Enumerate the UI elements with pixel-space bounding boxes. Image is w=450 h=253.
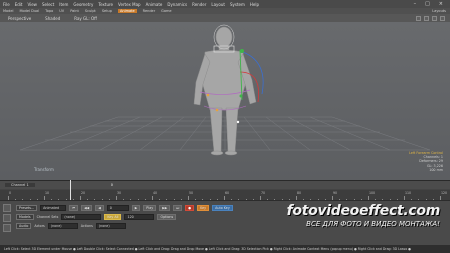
close-icon[interactable]: × [439,1,443,7]
menu-layout[interactable]: Layout [211,2,225,7]
timeline-tick-label: 50 [189,191,194,195]
tab-animate[interactable]: Animate [118,9,137,13]
next-frame-button[interactable]: ▶ [131,205,141,211]
viewport-header: Perspective Shaded Ray GL: Off [0,14,450,22]
timeline-header: Channel 1 0 [0,181,450,189]
info-line: 100 mm [429,167,443,172]
viewport-nav-icons [416,15,445,21]
tab-setup[interactable]: Setup [102,9,112,13]
ground-grid [19,116,431,151]
shading-dropdown[interactable]: Shaded [45,16,60,21]
viewport-scene [19,24,431,156]
window-controls: – □ × [414,1,448,7]
timeline-tick-label: 60 [225,191,230,195]
menu-item[interactable]: Item [59,2,68,7]
prev-frame-button[interactable]: ◀ [95,205,104,211]
tab-game[interactable]: Game [161,9,171,13]
layouts-menu[interactable]: Layouts [432,9,446,13]
key-all-button[interactable]: Key All [104,214,122,220]
left-icon-column [3,204,13,234]
watermark-title: fotovideoeffect.com [286,203,441,219]
animated-dropdown[interactable]: Animated [40,205,67,211]
tab-render[interactable]: Render [143,9,155,13]
timeline-tick-label: 40 [153,191,158,195]
timeline-tick-label: 10 [45,191,50,195]
menu-view[interactable]: View [27,2,37,7]
go-to-end-button[interactable]: ⏭ [173,205,183,211]
status-bar: Left Click: Select 3D Element under Mous… [0,245,450,253]
channel-sets-dropdown[interactable]: (none) [61,214,102,220]
controls-row-2: Models Channel Sets (none) Key All 120 O… [16,214,177,220]
tab-sculpt[interactable]: Sculpt [85,9,96,13]
actors-label: Actors [34,224,45,228]
3d-viewport[interactable]: Transform Left Forearm Control Channels:… [0,22,450,180]
timeline-tick-label: 0 [9,191,12,195]
presets-icon[interactable] [3,204,11,212]
timeline-tick-label: 80 [297,191,302,195]
end-frame-field[interactable]: 120 [124,214,155,220]
play-button[interactable]: Play [143,205,157,211]
channel-sets-label: Channel Sets [36,215,59,219]
timeline-tick-label: 110 [405,191,412,195]
channel-dropdown[interactable]: Channel 1 [5,183,35,187]
maximize-view-icon[interactable] [440,15,445,21]
status-text: Left Click: Select 3D Element under Mous… [4,247,411,251]
go-to-start-button[interactable]: ⏮ [69,205,79,211]
tab-model-dual[interactable]: Model Dual [20,9,40,13]
menu-texture[interactable]: Texture [98,2,113,7]
actions-label: Actions [80,224,93,228]
item-label: Transform [34,167,54,172]
menu-system[interactable]: System [230,2,245,7]
options-button[interactable]: Options [157,214,177,220]
tab-paint[interactable]: Paint [70,9,79,13]
move-view-icon[interactable] [416,15,421,21]
current-frame-label: 0 [110,183,113,187]
watermark-subtitle: ВСЕ ДЛЯ ФОТО И ВИДЕО МОНТАЖА! [306,220,440,228]
menu-help[interactable]: Help [250,2,259,7]
timeline-panel: Channel 1 0 0 10 20 30 40 50 60 70 80 90 100 110 120 [0,180,450,201]
menu-select[interactable]: Select [42,2,54,7]
minimize-icon[interactable]: – [414,1,417,7]
view-type-dropdown[interactable]: Perspective [8,16,31,21]
auto-key-button[interactable]: Auto Key [212,205,233,211]
tab-topo[interactable]: Topo [45,9,53,13]
timeline-tick-label: 100 [369,191,376,195]
timeline-tick-label: 90 [333,191,338,195]
actions-dropdown[interactable]: (none) [95,223,126,229]
controls-row-3: Audio Actors (none) Actions (none) [16,223,126,229]
audio-button[interactable]: Audio [16,223,32,229]
timeline-tick-label: 20 [81,191,86,195]
menu-file[interactable]: File [3,2,10,7]
playhead[interactable] [70,180,71,200]
menu-dynamics[interactable]: Dynamics [167,2,187,7]
current-frame-field[interactable]: 0 [106,205,129,211]
models-button[interactable]: Models [16,214,34,220]
models-icon[interactable] [3,214,11,222]
watermark: fotovideoeffect.com ВСЕ ДЛЯ ФОТО И ВИДЕО… [286,203,441,228]
selection-info: Left Forearm Control Channels: 1 Deforme… [409,151,443,172]
maximize-icon[interactable]: □ [425,1,430,7]
tab-uv[interactable]: UV [59,9,64,13]
menu-animate[interactable]: Animate [146,2,163,7]
menu-geometry[interactable]: Geometry [73,2,93,7]
key-button[interactable]: Key [197,205,210,211]
rotate-view-icon[interactable] [424,15,429,21]
ray-gl-dropdown[interactable]: Ray GL: Off [74,16,97,21]
timeline-tick-label: 70 [261,191,266,195]
menu-edit[interactable]: Edit [15,2,23,7]
menu-vertex-map[interactable]: Vertex Map [118,2,141,7]
actors-dropdown[interactable]: (none) [47,223,78,229]
menu-render[interactable]: Render [192,2,206,7]
audio-icon[interactable] [3,224,11,232]
zoom-view-icon[interactable] [432,15,437,21]
controls-row-1: Presets... Animated ⏮ ◀◀ ◀ 0 ▶ Play ▶▶ ⏭… [16,205,233,211]
next-key-button[interactable]: ▶▶ [159,205,171,211]
record-button[interactable]: ● [185,205,195,211]
tab-model[interactable]: Model [3,9,14,13]
menu-bar: File Edit View Select Item Geometry Text… [0,0,450,8]
timeline-tick-label: 30 [117,191,122,195]
timeline-tick-label: 120 [441,191,448,195]
prev-key-button[interactable]: ◀◀ [81,205,93,211]
presets-button[interactable]: Presets... [16,205,38,211]
